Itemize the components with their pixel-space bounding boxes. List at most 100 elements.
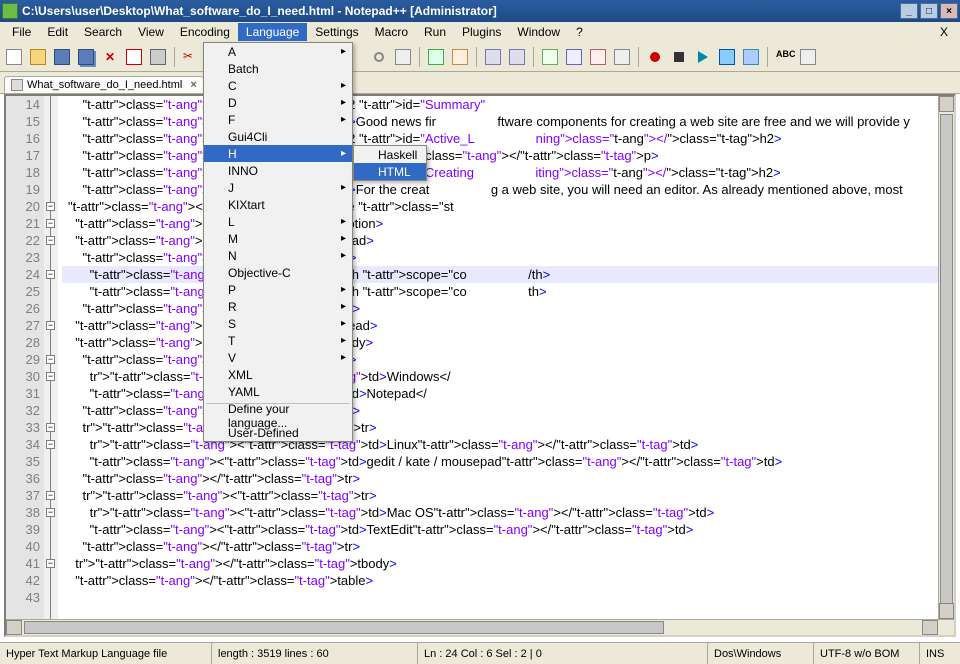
code-line[interactable]: tr">"t-attr">class="t-ang"></"t-attr">cl… <box>62 555 938 572</box>
code-line[interactable]: "t-attr">class="t-ang"><"t-attr">class="… <box>62 283 938 300</box>
lang-menu-item[interactable]: KIXtart <box>204 196 352 213</box>
close-button[interactable]: × <box>940 3 958 19</box>
ws-icon[interactable] <box>588 47 608 67</box>
sync-h-icon[interactable] <box>507 47 527 67</box>
code-line[interactable]: "t-attr">class="t-ang"></"t-attr">class=… <box>62 470 938 487</box>
fold-toggle-icon[interactable]: − <box>46 440 55 449</box>
lang-menu-item[interactable]: D▸ <box>204 94 352 111</box>
code-line[interactable]: "t-attr">class="t-ang"></"t-attr">class=… <box>62 317 938 334</box>
lang-menu-item[interactable]: XML <box>204 366 352 383</box>
open-file-icon[interactable] <box>28 47 48 67</box>
code-line[interactable]: "t-attr">class="t-ang"><"t-attr">class="… <box>62 130 938 147</box>
menu-item-view[interactable]: View <box>130 23 172 41</box>
scroll-up-arrow[interactable] <box>939 96 954 112</box>
code-line[interactable]: tr">"t-attr">class="t-ang"><"t-attr">cla… <box>62 487 938 504</box>
save-macro-icon[interactable] <box>741 47 761 67</box>
spellcheck-icon[interactable]: ABC <box>774 47 794 67</box>
record-icon[interactable] <box>645 47 665 67</box>
scroll-thumb[interactable] <box>940 114 953 634</box>
wrap-icon[interactable] <box>540 47 560 67</box>
menu-item-plugins[interactable]: Plugins <box>454 23 509 41</box>
code-line[interactable]: "t-attr">class="t-ang"><"t-attr">class="… <box>62 351 938 368</box>
close-all-icon[interactable] <box>124 47 144 67</box>
print-icon[interactable] <box>148 47 168 67</box>
fold-toggle-icon[interactable]: − <box>46 491 55 500</box>
fold-toggle-icon[interactable]: − <box>46 219 55 228</box>
fold-toggle-icon[interactable]: − <box>46 355 55 364</box>
code-line[interactable]: tr">"t-attr">class="t-ang"><"t-attr">cla… <box>62 504 938 521</box>
code-line[interactable]: "t-attr">class="t-ang"><"t-attr">class="… <box>62 385 938 402</box>
code-line[interactable]: "t-attr">class="t-ang"><"t-attr">class="… <box>62 521 938 538</box>
play-multi-icon[interactable] <box>717 47 737 67</box>
vertical-scrollbar[interactable] <box>938 96 954 619</box>
lang-menu-item[interactable]: N▸ <box>204 247 352 264</box>
lang-menu-item[interactable]: F▸ <box>204 111 352 128</box>
scroll-left-arrow[interactable] <box>6 620 22 635</box>
lang-menu-item[interactable]: S▸ <box>204 315 352 332</box>
save-icon[interactable] <box>52 47 72 67</box>
code-line[interactable]: "t-attr">class="t-ang"></"t-attr">class=… <box>62 402 938 419</box>
play-icon[interactable] <box>693 47 713 67</box>
tab-close-icon[interactable]: × <box>190 79 196 91</box>
document-tab[interactable]: What_software_do_I_need.html × <box>4 76 204 93</box>
code-line[interactable]: "t-attr">class="t-ang"></"t-attr">class=… <box>62 572 938 589</box>
lang-menu-item[interactable]: Define your language... <box>204 407 352 424</box>
fold-toggle-icon[interactable]: − <box>46 423 55 432</box>
doc-switcher-icon[interactable] <box>798 47 818 67</box>
new-file-icon[interactable] <box>4 47 24 67</box>
lang-menu-item[interactable]: Gui4Cli <box>204 128 352 145</box>
lang-menu-item[interactable]: YAML <box>204 383 352 400</box>
code-line[interactable]: "t-attr">class="t-ang"><"t-attr">class="… <box>62 232 938 249</box>
lang-menu-item[interactable]: L▸ <box>204 213 352 230</box>
code-line[interactable]: "t-attr">class="t-ang"><"t-attr">class="… <box>62 453 938 470</box>
lang-menu-item[interactable]: H▸ <box>204 145 352 162</box>
menu-item-encoding[interactable]: Encoding <box>172 23 238 41</box>
save-all-icon[interactable] <box>76 47 96 67</box>
scroll-thumb[interactable] <box>24 621 664 634</box>
lang-menu-item[interactable]: V▸ <box>204 349 352 366</box>
lang-menu-item[interactable]: Batch <box>204 60 352 77</box>
code-line[interactable]: "t-attr">class="t-ang"><"t-attr">class="… <box>62 266 938 283</box>
lang-menu-item[interactable]: Objective-C <box>204 264 352 281</box>
fold-column[interactable]: −−−−−−−−−−−− <box>44 96 58 619</box>
menu-item-search[interactable]: Search <box>76 23 130 41</box>
fold-toggle-icon[interactable]: − <box>46 321 55 330</box>
menu-item-?[interactable]: ? <box>568 23 591 41</box>
code-line[interactable]: "t-attr">class="t-ang"><"t-attr">class="… <box>62 215 938 232</box>
code-line[interactable]: tr">"t-attr">class="t-ang"><"t-attr">cla… <box>62 436 938 453</box>
lang-menu-item[interactable]: A▸ <box>204 43 352 60</box>
code-line[interactable]: "t-attr">class="t-ang"><"t-attr">class="… <box>62 181 938 198</box>
indent-guide-icon[interactable] <box>564 47 584 67</box>
maximize-button[interactable]: □ <box>920 3 938 19</box>
lang-menu-item[interactable]: C▸ <box>204 77 352 94</box>
code-area[interactable]: "t-attr">class="t-ang"><"t-attr">class="… <box>62 96 938 619</box>
code-line[interactable]: "t-attr">class="t-ang"><"t-attr">class="… <box>62 249 938 266</box>
lang-menu-item[interactable]: P▸ <box>204 281 352 298</box>
fold-toggle-icon[interactable]: − <box>46 236 55 245</box>
lang-menu-item[interactable]: User-Defined <box>204 424 352 441</box>
scroll-down-arrow[interactable] <box>939 603 954 619</box>
find-icon[interactable] <box>369 47 389 67</box>
code-line[interactable] <box>62 589 938 606</box>
fold-toggle-icon[interactable]: − <box>46 559 55 568</box>
fold-toggle-icon[interactable]: − <box>46 372 55 381</box>
code-line[interactable]: "t-attr">class="t-ang"><"t-attr">class="… <box>62 113 938 130</box>
fold-toggle-icon[interactable]: − <box>46 270 55 279</box>
minimize-button[interactable]: _ <box>900 3 918 19</box>
lang-menu-item[interactable]: T▸ <box>204 332 352 349</box>
lang-submenu-item[interactable]: Haskell <box>354 146 426 163</box>
menu-item-edit[interactable]: Edit <box>39 23 76 41</box>
menu-item-language[interactable]: Language <box>238 23 307 41</box>
code-line[interactable]: "t-attr">class="t-ang"><"t-attr">class="… <box>62 147 938 164</box>
cut-icon[interactable]: ✂ <box>181 47 201 67</box>
menu-item-run[interactable]: Run <box>416 23 454 41</box>
stop-record-icon[interactable] <box>669 47 689 67</box>
code-line[interactable]: tr">"t-attr">class="t-ang"><"t-attr">cla… <box>62 419 938 436</box>
lang-menu-item[interactable]: R▸ <box>204 298 352 315</box>
replace-icon[interactable] <box>393 47 413 67</box>
code-line[interactable]: "t-attr">class="t-ang"></"t-attr">class=… <box>62 300 938 317</box>
lang-menu-item[interactable]: INNO <box>204 162 352 179</box>
close-tab-icon[interactable]: ✕ <box>100 47 120 67</box>
menu-item-settings[interactable]: Settings <box>307 23 366 41</box>
zoom-out-icon[interactable] <box>450 47 470 67</box>
